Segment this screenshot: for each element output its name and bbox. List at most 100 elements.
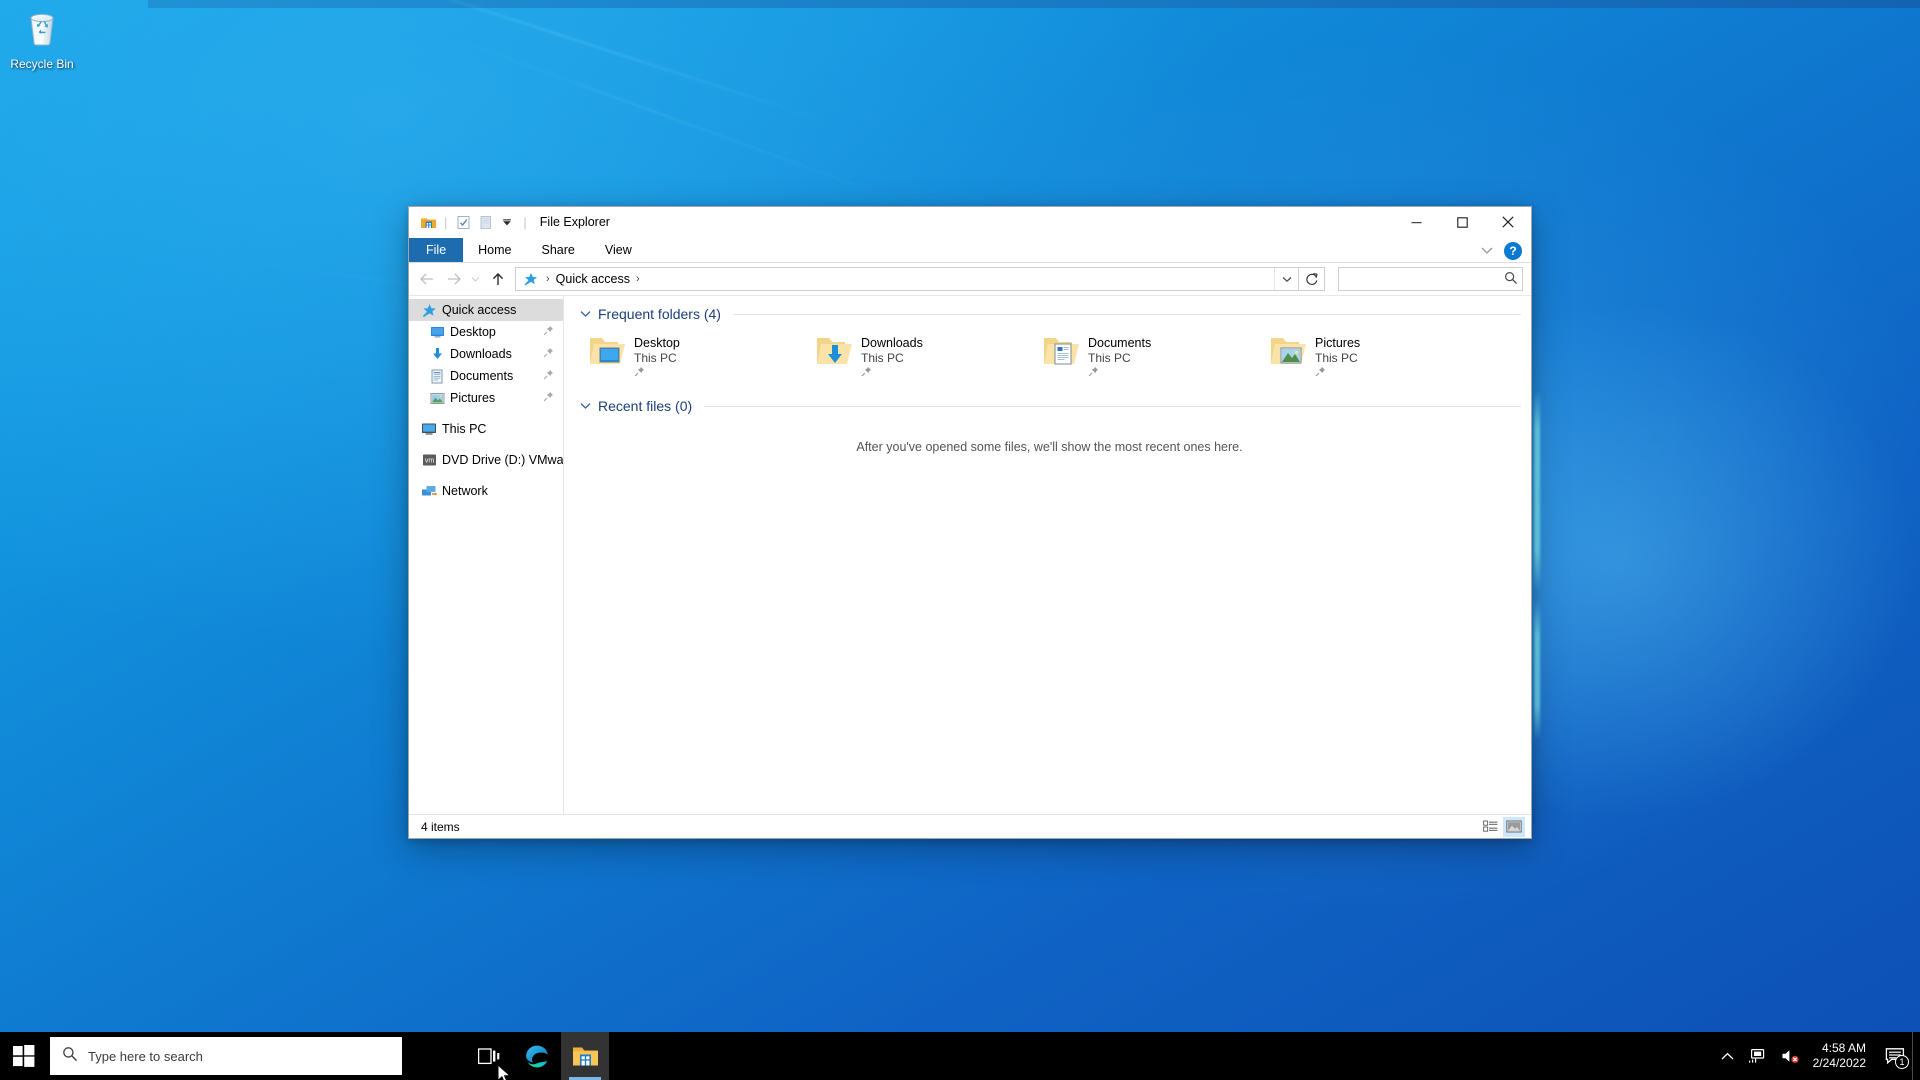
address-dropdown-chevron-icon[interactable] [1274,268,1298,290]
dvd-drive-icon: vm [419,453,439,467]
close-button[interactable] [1485,207,1531,237]
chevron-down-icon[interactable] [578,310,592,318]
folder-tile-name: Pictures [1315,336,1361,350]
folder-icon[interactable] [417,212,439,234]
folder-tile-documents[interactable]: Documents This PC [1032,330,1259,386]
back-button[interactable] [413,266,440,292]
recent-locations-button[interactable] [467,266,484,292]
large-icons-view-button[interactable] [1503,816,1525,837]
up-button[interactable] [484,266,511,292]
pin-icon[interactable] [543,391,554,405]
quick-access-toolbar[interactable]: | | [417,212,532,234]
clock-date: 2/24/2022 [1812,1056,1866,1070]
sidebar-item-documents[interactable]: Documents [409,365,563,387]
group-divider [732,313,1521,315]
wallpaper-top-strip [148,0,1920,8]
folder-tile-downloads[interactable]: Downloads This PC [805,330,1032,386]
group-title: Recent files (0) [598,398,693,414]
pin-icon [1088,366,1151,377]
sidebar-item-this-pc[interactable]: This PC [409,418,563,440]
frequent-folders-list[interactable]: Desktop This PC Downloads This PC Docume… [578,322,1521,386]
properties-icon[interactable] [452,212,474,234]
desktop-icon [427,325,447,339]
navigation-pane[interactable]: Quick access Desktop Downloads Documents… [409,296,564,814]
sidebar-item-label: This PC [442,422,487,436]
folder-tile-pictures[interactable]: Pictures This PC [1259,330,1486,386]
recycle-bin-icon [4,6,80,55]
sidebar-item-network[interactable]: Network [409,480,563,502]
taskbar-app-file-explorer[interactable] [561,1032,609,1080]
taskbar-clock[interactable]: 4:58 AM 2/24/2022 [1807,1032,1878,1080]
network-icon[interactable] [1741,1032,1774,1080]
folder-tile-desktop[interactable]: Desktop This PC [578,330,805,386]
quick-access-star-icon [522,272,540,286]
minimize-button[interactable] [1393,207,1439,237]
address-bar-row[interactable]: › Quick access › [409,263,1531,295]
folder-documents-icon [1036,332,1088,370]
file-explorer-window[interactable]: | | File Explorer File Home Share View ?… [408,206,1532,839]
pin-icon[interactable] [543,325,554,339]
window-titlebar[interactable]: | | File Explorer [409,207,1531,238]
folder-tile-name: Documents [1088,336,1152,350]
taskbar-search-box[interactable]: Type here to search [50,1037,402,1075]
sidebar-item-downloads[interactable]: Downloads [409,343,563,365]
help-button[interactable]: ? [1504,241,1522,260]
folder-tile-location: This PC [861,351,904,365]
start-button[interactable] [0,1032,48,1080]
folder-pictures-icon [1263,332,1315,370]
ribbon-tabs[interactable]: File Home Share View ? [409,238,1531,263]
refresh-button[interactable] [1299,267,1325,291]
clock-time: 4:58 AM [1821,1041,1866,1055]
desktop[interactable]: Recycle Bin | | File Explorer File Home … [0,0,1920,1080]
sidebar-item-pictures[interactable]: Pictures [409,387,563,409]
expand-ribbon-chevron-icon[interactable] [1476,240,1498,262]
folder-desktop-icon [582,332,634,370]
taskbar-app-edge[interactable] [513,1032,561,1080]
desktop-icon-label: Recycle Bin [10,57,74,71]
system-tray[interactable]: 4:58 AM 2/24/2022 1 [1714,1032,1920,1080]
group-divider [704,405,1521,407]
address-field[interactable]: › Quick access › [515,267,1299,291]
window-controls[interactable] [1393,207,1531,237]
breadcrumb[interactable]: › Quick access › [516,272,1274,286]
desktop-icon-recycle-bin[interactable]: Recycle Bin [4,6,80,71]
content-pane[interactable]: Frequent folders (4) Desktop This PC Dow… [564,296,1531,814]
notifications-button[interactable]: 1 [1878,1032,1912,1080]
chevron-down-icon[interactable] [578,402,592,410]
taskbar[interactable]: Type here to search 4:58 AM 2/24/2022 1 [0,1032,1920,1080]
recent-files-header[interactable]: Recent files (0) [578,386,1521,414]
breadcrumb-separator[interactable]: › [632,273,644,285]
sidebar-item-desktop[interactable]: Desktop [409,321,563,343]
sidebar-item-quick-access[interactable]: Quick access [409,299,563,321]
pin-icon [1315,366,1360,377]
pin-icon [634,366,680,377]
forward-button[interactable] [440,266,467,292]
search-box[interactable] [1338,267,1523,291]
pin-icon[interactable] [543,369,554,383]
window-title: File Explorer [539,215,610,230]
details-view-button[interactable] [1479,817,1501,837]
search-input[interactable] [1345,272,1504,286]
tab-home[interactable]: Home [463,238,526,262]
tab-view[interactable]: View [590,238,647,262]
volume-muted-icon[interactable] [1774,1032,1807,1080]
tab-file[interactable]: File [409,238,464,262]
folder-tile-location: This PC [1088,351,1131,365]
show-hidden-icons-chevron-icon[interactable] [1714,1032,1741,1080]
sidebar-item-dvd-drive[interactable]: vm DVD Drive (D:) VMwa [409,449,563,471]
task-view-button[interactable] [465,1032,513,1080]
tab-share[interactable]: Share [527,238,590,262]
pin-icon[interactable] [543,347,554,361]
sidebar-item-label: Pictures [450,391,496,405]
star-icon [419,303,439,318]
status-item-count: 4 items [421,819,460,834]
maximize-button[interactable] [1439,207,1485,237]
show-desktop-button[interactable] [1912,1032,1920,1080]
customize-chevron-icon[interactable] [496,212,518,234]
new-folder-icon[interactable] [474,212,496,234]
breadcrumb-item-quick-access[interactable]: Quick access [556,272,630,286]
frequent-folders-header[interactable]: Frequent folders (4) [578,296,1521,322]
view-toggle-group[interactable] [1479,816,1525,837]
this-pc-icon [419,422,439,436]
